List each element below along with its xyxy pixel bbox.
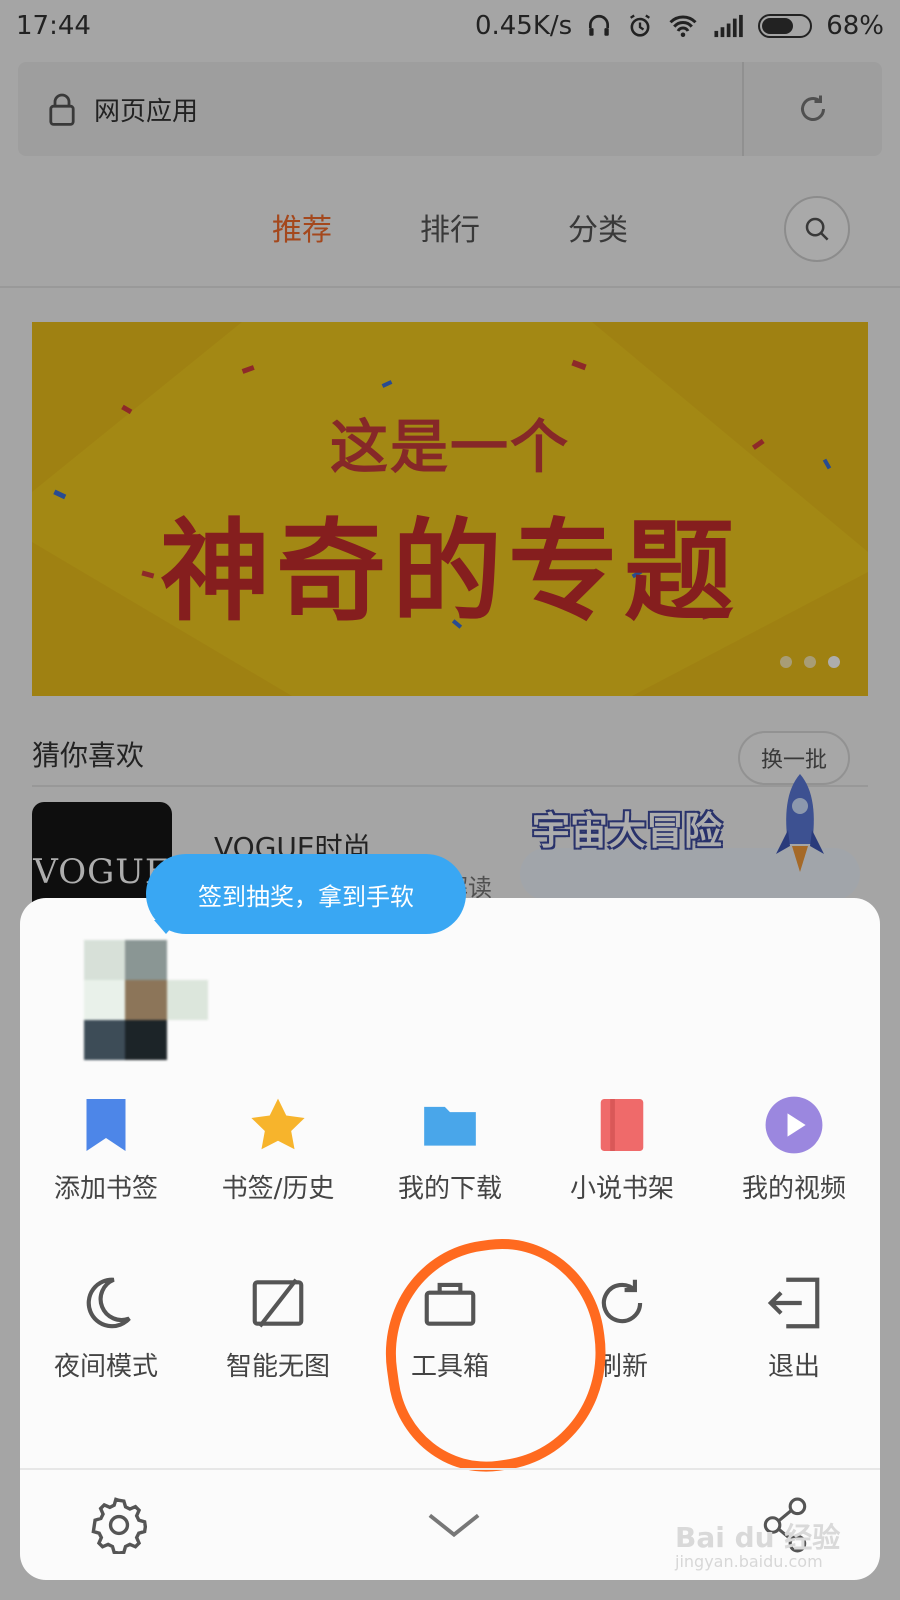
avatar[interactable] bbox=[84, 940, 208, 1060]
exit-icon bbox=[767, 1277, 820, 1329]
menu-label: 退出 bbox=[767, 1352, 820, 1382]
menu-my-videos[interactable]: 我的视频 bbox=[708, 1094, 880, 1205]
menu-add-bookmark[interactable]: 添加书签 bbox=[20, 1094, 192, 1205]
menu-label: 夜间模式 bbox=[53, 1352, 158, 1382]
menu-novel-shelf[interactable]: 小说书架 bbox=[536, 1094, 708, 1205]
menu-my-downloads[interactable]: 我的下载 bbox=[364, 1094, 536, 1205]
menu-night-mode[interactable]: 夜间模式 bbox=[20, 1272, 192, 1383]
menu-bookmarks-history[interactable]: 书签/历史 bbox=[192, 1094, 364, 1205]
moon-icon bbox=[86, 1277, 131, 1329]
menu-label: 我的视频 bbox=[741, 1174, 846, 1204]
play-icon bbox=[765, 1096, 823, 1154]
menu-label: 智能无图 bbox=[225, 1352, 330, 1382]
menu-label: 添加书签 bbox=[53, 1174, 158, 1204]
menu-exit[interactable]: 退出 bbox=[708, 1272, 880, 1383]
gear-icon[interactable] bbox=[90, 1496, 148, 1554]
star-icon bbox=[251, 1098, 305, 1150]
checkin-tooltip[interactable]: 签到抽奖，拿到手软 bbox=[146, 854, 466, 934]
watermark-url: jingyan.baidu.com bbox=[675, 1552, 823, 1571]
no-image-icon bbox=[252, 1278, 304, 1328]
menu-smart-no-image[interactable]: 智能无图 bbox=[192, 1272, 364, 1383]
menu-row-1: 添加书签 书签/历史 我的下载 小说书架 我的视频 bbox=[20, 1094, 880, 1205]
bookmark-icon bbox=[86, 1099, 126, 1151]
menu-label: 小说书架 bbox=[569, 1174, 674, 1204]
folder-icon bbox=[424, 1106, 476, 1146]
tooltip-tail bbox=[154, 920, 178, 934]
watermark: Bai du 经验 bbox=[675, 1521, 841, 1554]
menu-label: 书签/历史 bbox=[221, 1174, 335, 1204]
book-icon bbox=[600, 1099, 644, 1151]
menu-label: 我的下载 bbox=[397, 1174, 502, 1204]
chevron-down-icon[interactable] bbox=[425, 1509, 483, 1541]
